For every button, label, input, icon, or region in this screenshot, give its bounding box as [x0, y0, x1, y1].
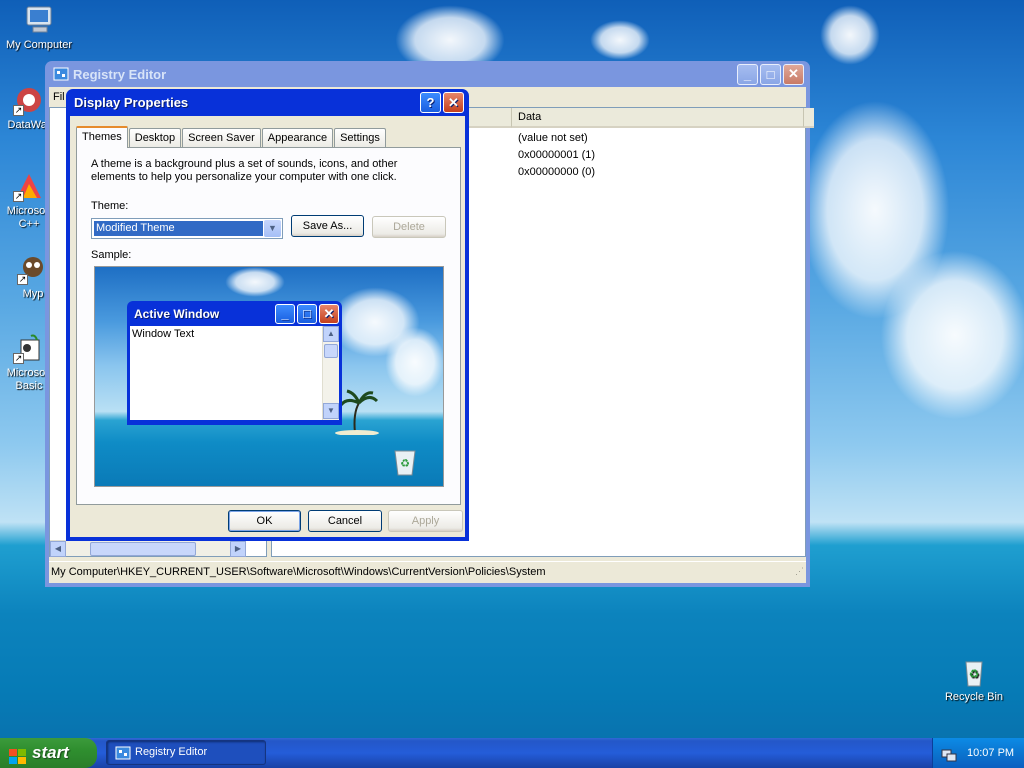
chevron-down-icon[interactable]: ▼ — [264, 220, 281, 237]
scroll-thumb[interactable] — [90, 542, 196, 556]
display-properties-titlebar[interactable]: Display Properties ? ✕ — [70, 89, 465, 116]
palm-island-icon — [335, 385, 395, 438]
theme-description: A theme is a background plus a set of so… — [91, 158, 398, 183]
column-header-filler — [804, 108, 814, 128]
desktop-icon-recycle-bin[interactable]: ♻ Recycle Bin — [935, 656, 1013, 704]
recycle-bin-icon: ♻ — [958, 656, 990, 688]
network-icon[interactable] — [941, 745, 957, 762]
sample-active-window: Active Window _ □ ✕ Window Text ▲ ▼ — [127, 301, 342, 425]
registry-editor-titlebar[interactable]: Registry Editor _ □ ✕ — [49, 61, 806, 87]
app-icon: ↗ — [13, 84, 45, 116]
minimize-icon: _ — [275, 303, 295, 324]
shortcut-arrow-icon: ↗ — [17, 274, 28, 285]
cancel-button[interactable]: Cancel — [308, 510, 382, 532]
shortcut-arrow-icon: ↗ — [13, 191, 24, 202]
cloud-decoration — [880, 250, 1024, 420]
close-button[interactable]: ✕ — [783, 63, 804, 85]
close-button[interactable]: ✕ — [443, 92, 464, 113]
status-path: My Computer\HKEY_CURRENT_USER\Software\M… — [51, 566, 546, 578]
tab-desktop[interactable]: Desktop — [128, 128, 182, 147]
svg-text:♻: ♻ — [400, 458, 410, 470]
minimize-button[interactable]: _ — [737, 63, 758, 85]
tree-horizontal-scrollbar[interactable]: ◀ ▶ — [50, 540, 246, 557]
sample-window-titlebar: Active Window _ □ ✕ — [130, 301, 339, 326]
computer-icon — [23, 4, 55, 36]
help-button[interactable]: ? — [420, 92, 441, 113]
visual-basic-icon: ↗ — [13, 332, 45, 364]
sample-scroll-thumb — [324, 344, 338, 358]
taskbar: start Registry Editor 10:07 PM — [0, 738, 1024, 768]
theme-select[interactable]: Modified Theme ▼ — [91, 218, 283, 239]
sample-vertical-scrollbar: ▲ ▼ — [322, 326, 339, 420]
taskbar-item-label: Registry Editor — [135, 746, 208, 758]
sample-window-title: Active Window — [134, 306, 220, 321]
regedit-app-icon — [115, 745, 131, 761]
tab-themes[interactable]: Themes — [76, 126, 128, 148]
sample-label: Sample: — [91, 249, 132, 261]
desktop-icon-label: Recycle Bin — [944, 691, 1004, 703]
sample-window-body: Window Text ▲ ▼ — [130, 326, 339, 420]
cloud-decoration — [225, 267, 285, 297]
tab-screen-saver[interactable]: Screen Saver — [182, 128, 261, 147]
dialog-client: Themes Desktop Screen Saver Appearance S… — [70, 116, 465, 537]
save-as-button[interactable]: Save As... — [291, 215, 364, 237]
delete-button[interactable]: Delete — [372, 216, 446, 238]
theme-label: Theme: — [91, 200, 129, 212]
resize-grip-icon[interactable]: ⋰ — [795, 561, 804, 581]
theme-select-value: Modified Theme — [94, 221, 263, 236]
maximize-button[interactable]: □ — [760, 63, 781, 85]
theme-sample-preview: ♻ Active Window _ □ ✕ Window Text ▲ ▼ — [94, 266, 444, 487]
svg-text:♻: ♻ — [969, 667, 980, 681]
scroll-left-button[interactable]: ◀ — [50, 541, 66, 557]
themes-tab-panel: A theme is a background plus a set of so… — [76, 147, 461, 505]
scroll-up-icon: ▲ — [323, 326, 339, 342]
desktop-icon-label: My Computer — [5, 39, 73, 51]
column-header-data[interactable]: Data — [512, 108, 804, 128]
recycle-bin-icon: ♻ — [391, 447, 419, 480]
sample-window-text: Window Text — [132, 328, 195, 340]
taskbar-item-registry-editor[interactable]: Registry Editor — [106, 740, 266, 765]
regedit-app-icon — [53, 66, 69, 82]
apply-button[interactable]: Apply — [388, 510, 463, 532]
menu-file[interactable]: Fil — [53, 91, 65, 103]
windows-logo-icon — [9, 745, 27, 764]
start-button[interactable]: start — [0, 738, 97, 768]
system-tray: 10:07 PM — [932, 738, 1024, 768]
desktop-icon-my-computer[interactable]: My Computer — [0, 4, 78, 52]
tab-appearance[interactable]: Appearance — [261, 128, 334, 147]
status-bar: My Computer\HKEY_CURRENT_USER\Software\M… — [49, 561, 806, 583]
shortcut-arrow-icon: ↗ — [13, 105, 24, 116]
maximize-icon: □ — [297, 303, 317, 324]
close-icon: ✕ — [319, 303, 339, 324]
display-properties-dialog: Display Properties ? ✕ Themes Desktop Sc… — [66, 89, 469, 541]
tab-settings[interactable]: Settings — [334, 128, 386, 147]
shortcut-arrow-icon: ↗ — [13, 353, 24, 364]
clock[interactable]: 10:07 PM — [967, 747, 1014, 759]
cloud-decoration — [590, 20, 650, 60]
ok-button[interactable]: OK — [228, 510, 301, 532]
value-data[interactable]: 0x00000001 (1) — [518, 149, 595, 161]
scroll-right-button[interactable]: ▶ — [230, 541, 246, 557]
window-title: Registry Editor — [73, 66, 167, 82]
value-data[interactable]: (value not set) — [518, 132, 588, 144]
visual-cpp-icon: ↗ — [13, 170, 45, 202]
value-data[interactable]: 0x00000000 (0) — [518, 166, 595, 178]
scroll-down-icon: ▼ — [323, 403, 339, 419]
cloud-decoration — [820, 5, 880, 65]
start-label: start — [32, 743, 69, 762]
dialog-title: Display Properties — [74, 95, 189, 110]
tab-strip: Themes Desktop Screen Saver Appearance S… — [76, 126, 387, 148]
